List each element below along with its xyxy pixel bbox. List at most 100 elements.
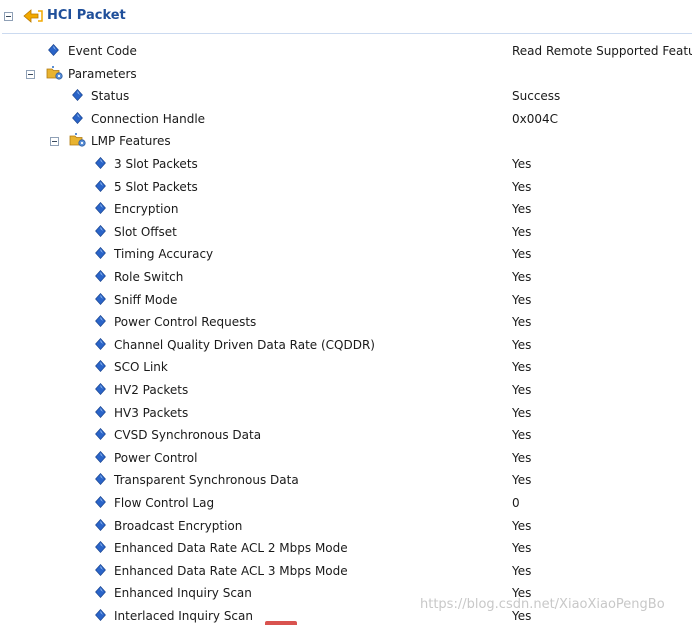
diamond-icon (95, 179, 106, 192)
diamond-icon (95, 609, 106, 621)
tree-row[interactable]: Power Control Requests Yes (0, 311, 692, 333)
tree-root-row[interactable]: HCI Packet (0, 0, 692, 32)
tree-row-label: Parameters (68, 66, 137, 81)
collapse-icon[interactable] (50, 137, 59, 147)
tree-group-row[interactable]: LMP Features (0, 130, 692, 152)
tree-row-value: Yes (512, 179, 532, 194)
tree-row[interactable]: SCO Link Yes (0, 356, 692, 378)
tree-row-value: Yes (512, 383, 532, 397)
tree-row[interactable]: HV2 Packets Yes (0, 379, 692, 401)
tree-row-value: Yes (512, 450, 532, 465)
tree-group-row[interactable]: Parameters (0, 63, 692, 85)
tree-row-label: Channel Quality Driven Data Rate (CQDDR) (114, 337, 375, 352)
root-node-label: HCI Packet (47, 8, 126, 23)
folder-gear-icon (46, 65, 63, 80)
tree-row[interactable]: Encryption Yes (0, 198, 692, 220)
diamond-icon (95, 224, 106, 237)
tree-row[interactable]: Role Switch Yes (0, 266, 692, 288)
tree-row-label: Slot Offset (114, 224, 177, 239)
tree-row-label: Role Switch (114, 270, 184, 284)
tree-row-value: Yes (512, 247, 532, 262)
tree-row[interactable]: Status Success (0, 85, 692, 107)
tree-row[interactable]: Flow Control Lag 0 (0, 492, 692, 514)
diamond-icon (95, 157, 106, 169)
tree-row-label: Flow Control Lag (114, 496, 215, 510)
tree-row-label: Interlaced Inquiry Scan (114, 609, 253, 623)
diamond-icon (95, 202, 106, 215)
tree-row[interactable]: Power Control Yes (0, 447, 692, 469)
tree-row-label: Broadcast Encryption (114, 518, 243, 533)
diamond-icon (48, 44, 59, 56)
tree-row-value: 0 (512, 496, 520, 510)
tree-row-value: Yes (512, 541, 532, 556)
diamond-icon (95, 541, 106, 554)
tree-row-label: HV3 Packets (114, 405, 189, 420)
back-arrow-icon (23, 9, 43, 23)
tree-row-label: Enhanced Data Rate ACL 3 Mbps Mode (114, 563, 348, 578)
collapse-icon[interactable] (26, 69, 35, 79)
tree-row[interactable]: Transparent Synchronous Data Yes (0, 469, 692, 491)
collapse-icon[interactable] (4, 12, 13, 21)
diamond-icon (95, 337, 106, 350)
tree-row-label: Power Control (114, 450, 198, 465)
diamond-icon (95, 383, 106, 395)
folder-gear-icon (69, 133, 86, 147)
tree-row-value: Yes (512, 405, 532, 420)
tree-row-label: Timing Accuracy (114, 247, 214, 262)
tree-row[interactable]: 5 Slot Packets Yes (0, 176, 692, 198)
tree-row-label: Enhanced Data Rate ACL 2 Mbps Mode (114, 541, 348, 556)
tree-row-label: 5 Slot Packets (114, 179, 198, 194)
tree-row-label: Power Control Requests (114, 315, 257, 330)
diamond-icon (95, 450, 106, 463)
tree-row-value: Yes (512, 563, 532, 578)
tree-row-value: Yes (512, 473, 532, 488)
tree-row-label: Transparent Synchronous Data (114, 473, 299, 488)
tree-row[interactable]: Slot Offset Yes (0, 221, 692, 243)
diamond-icon (95, 496, 106, 508)
tree-row[interactable]: Connection Handle 0x004C (0, 108, 692, 130)
diamond-icon (95, 315, 106, 328)
tree-row-label: Connection Handle (91, 111, 206, 126)
tree-row-label: Status (91, 89, 130, 104)
tree-row-label: 3 Slot Packets (114, 157, 198, 171)
tree-row[interactable]: Enhanced Data Rate ACL 2 Mbps Mode Yes (0, 537, 692, 559)
tree-row-value: Yes (512, 337, 532, 352)
tree-row-label: CVSD Synchronous Data (114, 428, 262, 443)
tree-row-label: Encryption (114, 202, 179, 217)
tree-row-label: SCO Link (114, 360, 168, 375)
tree-row-label: LMP Features (91, 134, 171, 149)
diamond-icon (95, 586, 106, 599)
tree-row-value: Yes (512, 224, 532, 239)
tree-row-label: HV2 Packets (114, 383, 189, 397)
tree-row[interactable]: Broadcast Encryption Yes (0, 515, 692, 537)
diamond-icon (72, 89, 83, 102)
diamond-icon (95, 405, 106, 418)
tree-row-value: Yes (512, 270, 532, 284)
scroll-indicator (265, 621, 297, 625)
tree-row[interactable]: Timing Accuracy Yes (0, 243, 692, 265)
tree-row[interactable]: HV3 Packets Yes (0, 402, 692, 424)
tree-row[interactable]: CVSD Synchronous Data Yes (0, 424, 692, 446)
tree-row-label: Event Code (68, 44, 137, 58)
tree-row-label: Sniff Mode (114, 292, 178, 307)
diamond-icon (95, 270, 106, 282)
tree-row-value: Read Remote Supported Featu (512, 44, 692, 58)
tree-row[interactable]: 3 Slot Packets Yes (0, 153, 692, 175)
diamond-icon (95, 360, 106, 373)
root-divider (2, 33, 692, 34)
tree-row-label: Enhanced Inquiry Scan (114, 586, 252, 601)
tree-row[interactable]: Enhanced Data Rate ACL 3 Mbps Mode Yes (0, 560, 692, 582)
tree-row-value: Yes (512, 202, 532, 217)
tree-row-value: Yes (512, 292, 532, 307)
diamond-icon (95, 563, 106, 576)
tree-row-value: 0x004C (512, 111, 559, 126)
tree-row-value: Success (512, 89, 561, 104)
diamond-icon (95, 518, 106, 531)
diamond-icon (95, 292, 106, 305)
tree-row[interactable]: Sniff Mode Yes (0, 289, 692, 311)
diamond-icon (95, 428, 106, 441)
watermark: https://blog.csdn.net/XiaoXiaoPengBo (420, 597, 665, 612)
diamond-icon (95, 247, 106, 260)
tree-row[interactable]: Channel Quality Driven Data Rate (CQDDR)… (0, 334, 692, 356)
tree-row[interactable]: Event Code Read Remote Supported Featu (0, 40, 692, 62)
